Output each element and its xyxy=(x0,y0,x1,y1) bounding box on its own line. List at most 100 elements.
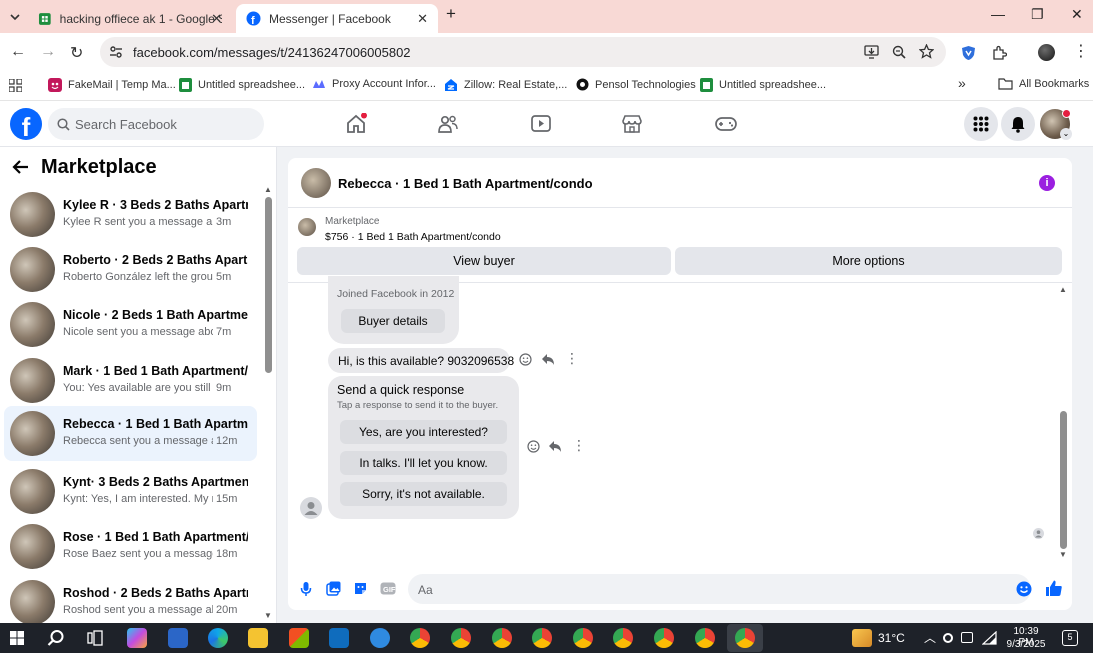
chat-scroll-down-icon[interactable]: ▼ xyxy=(1059,550,1067,559)
site-settings-icon[interactable] xyxy=(109,45,123,59)
quick-response-in-talks[interactable]: In talks. I'll let you know. xyxy=(340,451,507,475)
thumbs-up-icon[interactable] xyxy=(1045,579,1063,597)
account-chevron-icon[interactable]: ⌄ xyxy=(1060,128,1072,140)
chrome-profile-icon[interactable] xyxy=(492,628,512,648)
chrome-profile-icon[interactable] xyxy=(451,628,471,648)
gaming-icon[interactable] xyxy=(714,113,738,135)
restore-button[interactable]: ❐ xyxy=(1031,6,1044,23)
bookmark-pensol[interactable]: Pensol Technologies xyxy=(576,78,696,91)
conversation-item-mark[interactable]: Mark · 1 Bed 1 Bath Apartment/... You: Y… xyxy=(4,353,257,408)
tab-search-icon[interactable] xyxy=(8,10,22,24)
copilot-icon[interactable] xyxy=(127,628,147,648)
extensions-icon[interactable] xyxy=(992,45,1007,60)
weather-temp[interactable]: 31°C xyxy=(878,631,905,645)
chrome-active-icon[interactable] xyxy=(735,628,755,648)
back-icon[interactable]: ← xyxy=(10,43,26,61)
menu-button[interactable] xyxy=(964,107,998,141)
listing-summary[interactable]: $756 · 1 Bed 1 Bath Apartment/condo xyxy=(325,231,501,243)
tab-messenger[interactable]: f Messenger | Facebook ✕ xyxy=(236,4,438,33)
bookmark-spreadsheet-2[interactable]: Untitled spreadshee... xyxy=(700,78,826,92)
microphone-icon[interactable] xyxy=(300,581,312,597)
chrome-profile-icon[interactable] xyxy=(532,628,552,648)
chrome-profile-icon[interactable] xyxy=(573,628,593,648)
tab-close-icon[interactable]: ✕ xyxy=(417,11,428,27)
taskbar-search-icon[interactable] xyxy=(47,629,65,647)
chrome-profile-icon[interactable] xyxy=(654,628,674,648)
conversation-item-kynt[interactable]: Kynt· 3 Beds 2 Baths Apartment... Kynt: … xyxy=(4,464,257,519)
facebook-search[interactable]: Search Facebook xyxy=(48,108,264,140)
all-bookmarks-button[interactable]: All Bookmarks xyxy=(998,78,1089,90)
message-more-icon[interactable]: ⋮ xyxy=(565,350,579,367)
chrome-icon[interactable] xyxy=(410,628,430,648)
new-tab-button[interactable]: + xyxy=(446,4,456,24)
bookmark-spreadsheet-1[interactable]: Untitled spreadshee... xyxy=(179,78,305,92)
profile-avatar[interactable] xyxy=(1038,44,1055,61)
sender-avatar[interactable] xyxy=(300,497,322,519)
emoji-icon[interactable] xyxy=(1016,581,1032,597)
reload-icon[interactable]: ↻ xyxy=(70,43,83,63)
tray-overflow-icon[interactable]: ︿ xyxy=(924,629,936,646)
conversation-item-roberto[interactable]: Roberto · 2 Beds 2 Baths Apart... Robert… xyxy=(4,242,257,297)
wifi-icon[interactable] xyxy=(982,631,997,645)
quick-response-not-available[interactable]: Sorry, it's not available. xyxy=(340,482,507,506)
chat-scroll-up-icon[interactable]: ▲ xyxy=(1059,285,1067,294)
conversation-item-nicole[interactable]: Nicole · 2 Beds 1 Bath Apartmen... Nicol… xyxy=(4,297,257,352)
chat-avatar[interactable] xyxy=(301,168,331,198)
notification-center[interactable]: 5 xyxy=(1062,630,1078,646)
windows-start-icon[interactable] xyxy=(10,631,24,645)
security-app-icon[interactable] xyxy=(370,628,390,648)
sidebar-scrollbar-thumb[interactable] xyxy=(265,197,272,373)
chat-scrollbar-thumb[interactable] xyxy=(1060,411,1067,549)
conversation-item-rebecca[interactable]: Rebecca · 1 Bed 1 Bath Apartme... Rebecc… xyxy=(4,406,257,461)
chrome-profile-icon[interactable] xyxy=(613,628,633,648)
sidebar-scroll-down-icon[interactable]: ▼ xyxy=(264,611,272,620)
more-options-button[interactable]: More options xyxy=(675,247,1062,275)
conversation-item-kylee[interactable]: Kylee R · 3 Beds 2 Baths Apartm... Kylee… xyxy=(4,187,257,242)
bookmark-proxy-account[interactable]: Proxy Account Infor... xyxy=(312,78,436,90)
video-icon[interactable] xyxy=(530,113,552,135)
display-icon[interactable] xyxy=(961,632,973,643)
weather-icon[interactable] xyxy=(852,629,872,647)
outlook-icon[interactable] xyxy=(329,628,349,648)
url-text[interactable]: facebook.com/messages/t/2413624700600580… xyxy=(133,45,411,60)
tray-app-icon[interactable] xyxy=(943,633,953,643)
notifications-button[interactable] xyxy=(1001,107,1035,141)
friends-icon[interactable] xyxy=(437,113,459,135)
photo-icon[interactable] xyxy=(326,581,341,596)
microsoft-store-icon[interactable] xyxy=(289,628,309,648)
bookmarks-overflow-button[interactable]: » xyxy=(958,75,966,91)
edge-icon[interactable] xyxy=(208,628,228,648)
tab-google-sheets[interactable]: hacking offiece ak 1 - Google S ✕ xyxy=(28,4,232,33)
clock-date[interactable]: 9/3/2025 xyxy=(1005,639,1047,650)
apps-grid-icon[interactable] xyxy=(9,79,22,92)
react-emoji-icon[interactable] xyxy=(519,353,532,366)
conversation-item-rose[interactable]: Rose · 1 Bed 1 Bath Apartment/c... Rose … xyxy=(4,519,257,574)
forward-icon[interactable]: → xyxy=(40,43,56,61)
install-app-icon[interactable] xyxy=(864,45,879,59)
marketplace-icon[interactable] xyxy=(621,113,643,135)
react-emoji-icon[interactable] xyxy=(527,440,540,453)
reply-icon[interactable] xyxy=(548,440,562,453)
back-arrow-icon[interactable] xyxy=(12,159,30,175)
zoom-icon[interactable] xyxy=(892,45,906,59)
sticker-icon[interactable] xyxy=(353,581,368,596)
sidebar-scroll-up-icon[interactable]: ▲ xyxy=(264,185,272,194)
view-buyer-button[interactable]: View buyer xyxy=(297,247,671,275)
quick-response-yes[interactable]: Yes, are you interested? xyxy=(340,420,507,444)
home-icon[interactable] xyxy=(345,113,367,135)
conversation-item-roshod[interactable]: Roshod · 2 Beds 2 Baths Apartm... Roshod… xyxy=(4,575,257,630)
bookmark-star-icon[interactable] xyxy=(919,44,934,59)
chrome-profile-icon[interactable] xyxy=(695,628,715,648)
facebook-logo[interactable]: f xyxy=(10,108,42,140)
task-view-icon[interactable] xyxy=(87,630,103,646)
reply-icon[interactable] xyxy=(541,353,555,366)
info-icon[interactable]: i xyxy=(1039,175,1055,191)
browser-menu-icon[interactable]: ⋮ xyxy=(1073,41,1089,61)
minimize-button[interactable]: — xyxy=(991,6,1005,22)
tab-close-icon[interactable]: ✕ xyxy=(211,11,222,27)
bookmark-zillow[interactable]: Zillow: Real Estate,... xyxy=(444,78,567,92)
bookmark-fakemail[interactable]: FakeMail | Temp Ma... xyxy=(48,78,176,92)
vpn-extension-icon[interactable] xyxy=(961,45,976,61)
buyer-details-button[interactable]: Buyer details xyxy=(341,309,445,333)
window-close-button[interactable]: ✕ xyxy=(1071,6,1083,23)
